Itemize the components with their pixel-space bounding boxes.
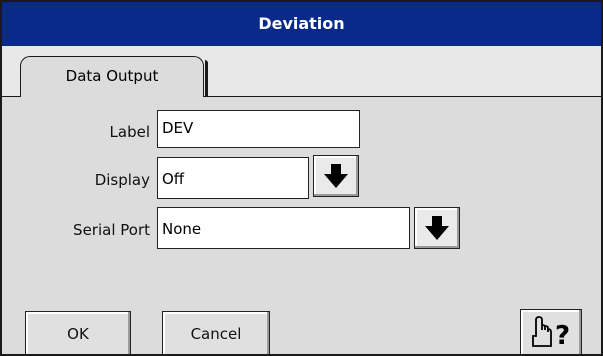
arrow-down-icon [425, 216, 449, 240]
data-output-panel: Label DEV Display Off Serial Port None O… [2, 97, 601, 354]
window-title: Deviation [2, 2, 601, 46]
arrow-down-icon [324, 164, 348, 188]
ok-button[interactable]: OK [25, 311, 131, 354]
serial-port-dropdown-button[interactable] [414, 207, 460, 249]
serial-port-caption: Serial Port [73, 221, 150, 239]
display-dropdown-button[interactable] [313, 155, 359, 197]
label-field[interactable]: DEV [157, 110, 360, 148]
tab-shadow [205, 60, 208, 96]
svg-text:?: ? [555, 321, 570, 350]
tab-strip: Data Output [2, 46, 601, 98]
deviation-dialog: Deviation Data Output Label DEV Display … [0, 0, 603, 356]
help-button[interactable]: ? [520, 309, 582, 354]
hand-question-icon: ? [532, 316, 570, 350]
label-caption: Label [109, 123, 150, 141]
cancel-button[interactable]: Cancel [162, 311, 270, 354]
display-caption: Display [94, 171, 150, 189]
display-select[interactable]: Off [157, 157, 309, 199]
serial-port-select[interactable]: None [157, 207, 410, 249]
tab-data-output[interactable]: Data Output [20, 56, 204, 98]
